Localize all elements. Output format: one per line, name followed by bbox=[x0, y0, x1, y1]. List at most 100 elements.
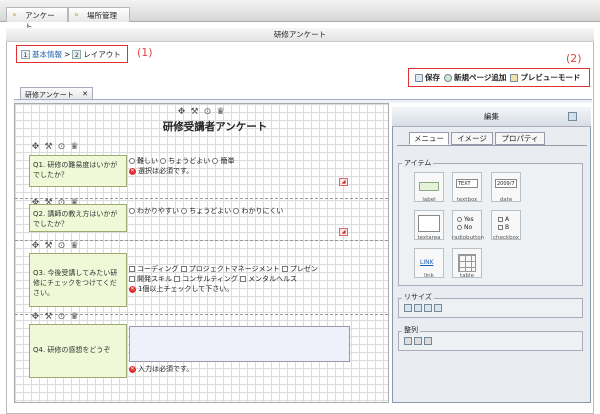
left-arrow-icon[interactable] bbox=[404, 304, 412, 312]
question-4[interactable]: Q4. 研修の感想をどうぞ bbox=[29, 324, 127, 378]
wrench-icon[interactable]: ⚒ bbox=[190, 108, 199, 117]
radio-option[interactable]: 難しい bbox=[129, 157, 158, 165]
no-text: No bbox=[464, 224, 473, 231]
down-arrow-icon[interactable] bbox=[434, 304, 442, 312]
error-text: 1個以上チェックして下さい。 bbox=[138, 285, 234, 293]
widget-radiobutton-name: radiobutton bbox=[452, 235, 485, 241]
delete-icon[interactable]: ♛ bbox=[70, 242, 79, 251]
align-label: 整列 bbox=[402, 325, 420, 335]
radio-icon[interactable] bbox=[129, 158, 135, 164]
copy-icon[interactable]: ⊙ bbox=[203, 108, 212, 117]
resize-icon[interactable]: ◢ bbox=[339, 228, 348, 236]
option-label: コーディング bbox=[137, 265, 179, 273]
widget-table-name: table bbox=[460, 273, 474, 279]
wrench-icon[interactable]: ⚒ bbox=[44, 143, 53, 152]
nav-tab-survey[interactable]: » アンケート bbox=[6, 7, 68, 31]
add-page-button[interactable]: 新規ページ追加 bbox=[444, 72, 506, 83]
question-1[interactable]: Q1. 研修の難易度はいかがでしたか？ bbox=[29, 155, 127, 187]
checkbox-icon[interactable] bbox=[180, 266, 187, 272]
move-icon[interactable]: ✥ bbox=[31, 143, 40, 152]
radio-icon[interactable] bbox=[160, 158, 167, 164]
q4-textarea[interactable] bbox=[129, 326, 350, 362]
q1-answer: 難しい ちょうどよい 簡単 ✕ 選択は必須です。 bbox=[129, 156, 349, 176]
preview-label: プレビューモード bbox=[520, 73, 581, 82]
radio-icon[interactable] bbox=[181, 208, 188, 214]
checkbox-option[interactable]: 開発スキル bbox=[129, 275, 172, 283]
radio-icon[interactable] bbox=[233, 208, 240, 214]
checkbox-option[interactable]: プレゼン bbox=[281, 265, 318, 273]
move-icon[interactable]: ✥ bbox=[31, 313, 40, 322]
save-button[interactable]: 保存 bbox=[415, 72, 440, 83]
radio-option[interactable]: 簡単 bbox=[212, 157, 234, 165]
delete-icon[interactable]: ♛ bbox=[70, 313, 79, 322]
checkbox-option[interactable]: プロジェクトマネージメント bbox=[180, 265, 280, 273]
annotation-1: (1) bbox=[137, 46, 153, 59]
preview-mode-button[interactable]: プレビューモード bbox=[510, 72, 580, 83]
step1-number: 1 bbox=[21, 49, 30, 59]
up-arrow-icon[interactable] bbox=[424, 304, 432, 312]
error-text: 入力は必須です。 bbox=[138, 365, 194, 373]
nav-tab-location[interactable]: » 場所管理 bbox=[68, 7, 130, 22]
widget-textbox-name: textbox bbox=[456, 197, 478, 203]
step2-number: 2 bbox=[72, 49, 82, 59]
checkbox-icon[interactable] bbox=[240, 276, 247, 282]
move-icon[interactable]: ✥ bbox=[31, 242, 40, 251]
checkbox-icon[interactable] bbox=[174, 276, 181, 282]
radio-option[interactable]: ちょうどよい bbox=[160, 157, 210, 165]
wrench-icon[interactable]: ⚒ bbox=[44, 313, 53, 322]
wrench-icon[interactable]: ⚒ bbox=[44, 242, 53, 251]
breadcrumb-step-basic-info[interactable]: 基本情報 bbox=[32, 49, 62, 60]
radio-option[interactable]: わかりにくい bbox=[233, 207, 283, 215]
align-group bbox=[398, 331, 583, 351]
align-center-icon[interactable] bbox=[414, 337, 422, 345]
checkbox-icon[interactable] bbox=[129, 276, 135, 282]
breadcrumb-step-layout: レイアウト bbox=[83, 49, 121, 59]
option-label: メンタルヘルス bbox=[248, 275, 298, 283]
copy-icon[interactable]: ⊙ bbox=[57, 242, 66, 251]
resize-icon[interactable]: ◢ bbox=[339, 178, 348, 186]
tab-menu[interactable]: メニュー bbox=[409, 132, 449, 145]
right-arrow-icon[interactable] bbox=[414, 304, 422, 312]
align-left-icon[interactable] bbox=[404, 337, 412, 345]
delete-icon[interactable]: ♛ bbox=[70, 143, 79, 152]
yes-text: Yes bbox=[464, 216, 474, 223]
resize-label: リサイズ bbox=[402, 292, 434, 302]
radio-icon[interactable] bbox=[212, 158, 219, 164]
question-3[interactable]: Q3. 今後受講してみたい研修にチェックをつけてください。 bbox=[29, 253, 127, 307]
radio-icon[interactable] bbox=[129, 208, 135, 214]
checkbox-option[interactable]: コンサルティング bbox=[174, 275, 238, 283]
option-label: わかりやすい bbox=[137, 207, 179, 215]
radio-option[interactable]: ちょうどよい bbox=[181, 207, 231, 215]
tab-property[interactable]: プロパティ bbox=[495, 132, 545, 145]
table-icon bbox=[458, 254, 476, 272]
document-tab-label: 研修アンケート bbox=[25, 91, 74, 99]
copy-icon[interactable]: ⊙ bbox=[57, 313, 66, 322]
option-label: コンサルティング bbox=[182, 275, 238, 283]
checkbox-option[interactable]: コーディング bbox=[129, 265, 179, 273]
tab-image[interactable]: イメージ bbox=[451, 132, 493, 145]
radio-option[interactable]: わかりやすい bbox=[129, 207, 179, 215]
widget-checkbox-name: checkbox bbox=[492, 235, 520, 241]
option-label: ちょうどよい bbox=[189, 207, 232, 215]
checkbox-option[interactable]: メンタルヘルス bbox=[240, 275, 297, 283]
radio-yes-preview: Yes bbox=[457, 216, 481, 224]
copy-icon[interactable]: ⊙ bbox=[57, 143, 66, 152]
checkbox-icon[interactable] bbox=[281, 266, 288, 272]
radio-icon bbox=[457, 225, 462, 230]
align-right-icon[interactable] bbox=[424, 337, 432, 345]
a-text: A bbox=[505, 216, 510, 223]
q1-toolbar: ✥ ⚒ ⊙ ♛ bbox=[31, 143, 79, 152]
check-b-preview: B bbox=[498, 224, 520, 232]
move-icon[interactable]: ✥ bbox=[177, 108, 186, 117]
checkbox-icon[interactable] bbox=[129, 266, 135, 272]
question-2[interactable]: Q2. 講師の教え方はいかがでしたか？ bbox=[29, 204, 127, 232]
option-label: わかりにくい bbox=[241, 207, 284, 215]
delete-icon[interactable]: ♛ bbox=[216, 108, 225, 117]
minimize-icon[interactable] bbox=[568, 112, 577, 121]
form-title: 研修受講者アンケート bbox=[162, 121, 268, 133]
close-icon[interactable]: ✕ bbox=[82, 90, 88, 98]
tab-line bbox=[397, 145, 587, 146]
option-label: 難しい bbox=[137, 157, 158, 165]
textarea-preview bbox=[418, 215, 440, 232]
option-label: 開発スキル bbox=[137, 275, 172, 283]
